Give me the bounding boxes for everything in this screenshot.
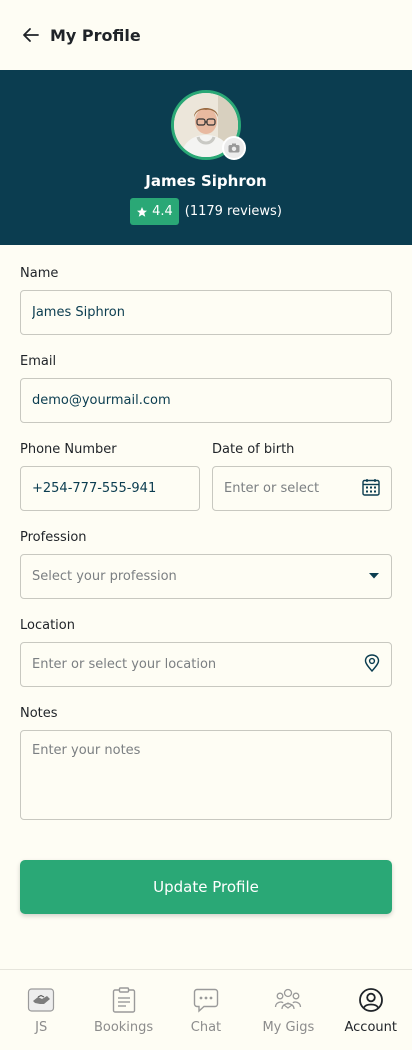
rating-row: 4.4 (1179 reviews) <box>130 198 282 225</box>
camera-icon[interactable] <box>222 136 246 160</box>
calendar-icon[interactable] <box>362 478 380 500</box>
nav-item-js[interactable]: JS <box>2 970 80 1035</box>
nav-label-chat: Chat <box>190 1020 222 1035</box>
profile-header: James Siphron 4.4 (1179 reviews) <box>0 70 412 245</box>
dob-group: Date of birth Enter or select <box>212 441 392 511</box>
location-field[interactable]: Enter or select your location <box>20 642 392 687</box>
rating-badge: 4.4 <box>130 198 179 225</box>
dob-field[interactable]: Enter or select <box>212 466 392 511</box>
dob-placeholder: Enter or select <box>224 481 320 496</box>
handshake-icon <box>27 986 55 1014</box>
profile-name: James Siphron <box>145 172 267 190</box>
nav-label-account: Account <box>344 1020 398 1035</box>
email-value: demo@yourmail.com <box>32 393 171 408</box>
notes-label: Notes <box>20 706 58 721</box>
nav-item-bookings[interactable]: Bookings <box>85 970 163 1035</box>
email-field[interactable]: demo@yourmail.com <box>20 378 392 423</box>
phone-dob-row: Phone Number +254-777-555-941 Date of bi… <box>20 441 392 529</box>
phone-value: +254-777-555-941 <box>32 481 157 496</box>
location-group: Location Enter or select your location <box>20 617 392 687</box>
chat-icon <box>192 986 220 1014</box>
rating-value: 4.4 <box>152 204 173 219</box>
nav-label-bookings: Bookings <box>93 1020 154 1035</box>
clipboard-icon <box>110 986 138 1014</box>
name-group: Name James Siphron <box>20 265 392 335</box>
nav-item-my-gigs[interactable]: My Gigs <box>249 970 327 1035</box>
profession-placeholder: Select your profession <box>32 569 177 584</box>
phone-field[interactable]: +254-777-555-941 <box>20 466 200 511</box>
email-group: Email demo@yourmail.com <box>20 353 392 423</box>
avatar-container <box>171 90 246 160</box>
reviews-count: (1179 reviews) <box>184 204 282 219</box>
top-bar: My Profile <box>0 0 412 70</box>
nav-item-chat[interactable]: Chat <box>167 970 245 1035</box>
phone-label: Phone Number <box>20 442 117 457</box>
notes-field[interactable]: Enter your notes <box>20 730 392 820</box>
nav-label-js: JS <box>35 1020 48 1035</box>
nav-item-account[interactable]: Account <box>332 970 410 1035</box>
email-label: Email <box>20 354 57 369</box>
account-icon <box>357 986 385 1014</box>
location-label: Location <box>20 618 75 633</box>
name-label: Name <box>20 266 59 281</box>
page-title: My Profile <box>50 25 141 45</box>
profession-select[interactable]: Select your profession <box>20 554 392 599</box>
profession-group: Profession Select your profession <box>20 529 392 599</box>
star-icon <box>137 206 148 217</box>
notes-group: Notes Enter your notes <box>20 705 392 820</box>
notes-placeholder: Enter your notes <box>32 743 141 758</box>
location-placeholder: Enter or select your location <box>32 657 217 672</box>
profile-form: Name James Siphron Email demo@yourmail.c… <box>20 265 392 838</box>
dropdown-arrow-icon[interactable] <box>368 569 380 584</box>
name-field[interactable]: James Siphron <box>20 290 392 335</box>
nav-label-my-gigs: My Gigs <box>262 1020 315 1035</box>
location-pin-icon[interactable] <box>364 653 380 676</box>
back-arrow-icon[interactable] <box>20 24 42 46</box>
bottom-navigation: JS Bookings Chat My Gigs Account <box>0 969 412 1050</box>
team-icon <box>274 986 302 1014</box>
update-profile-button[interactable]: Update Profile <box>20 860 392 914</box>
name-value: James Siphron <box>32 305 125 320</box>
profession-label: Profession <box>20 530 87 545</box>
phone-group: Phone Number +254-777-555-941 <box>20 441 200 511</box>
dob-label: Date of birth <box>212 442 295 457</box>
